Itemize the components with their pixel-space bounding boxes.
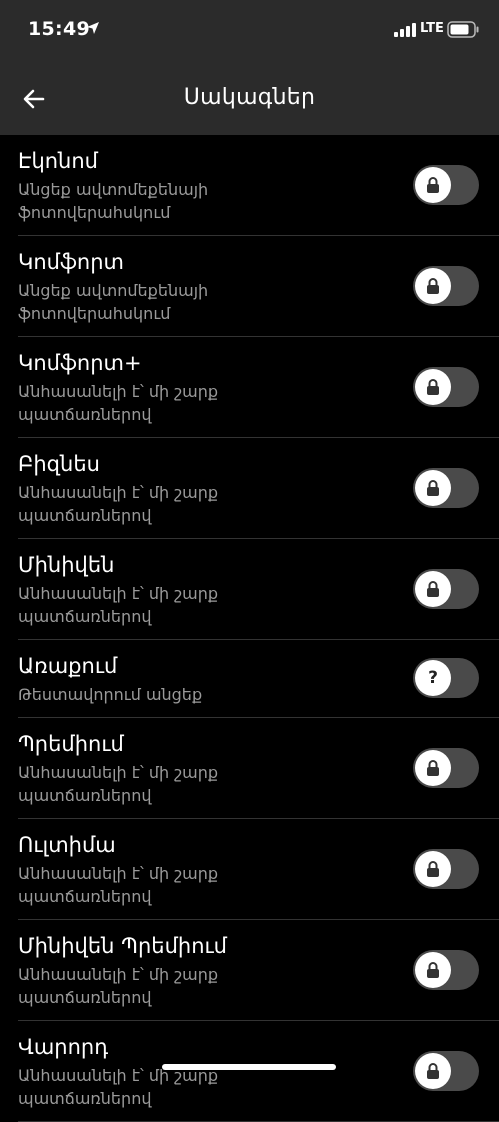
tariff-description: Անցեք ավտոմեքենայի ֆոտովերահսկում	[18, 281, 209, 323]
tariff-toggle[interactable]	[413, 748, 479, 788]
tariff-description: Անհասանելի է՝ մի շարք պատճառներով	[18, 965, 219, 1007]
tariff-item: Էկոնոմ Անցեք ավտոմեքենայի ֆոտովերահսկում	[18, 135, 499, 236]
tariff-item: Մինիվեն Անհասանելի է՝ մի շարք պատճառներո…	[18, 539, 499, 640]
battery-icon	[447, 21, 479, 38]
tariff-name: Մինիվեն Պրեմիում	[18, 934, 227, 958]
status-time: 15:49	[28, 18, 90, 40]
tariff-toggle[interactable]: ?	[413, 658, 479, 698]
tariff-name: Պրեմիում	[18, 732, 124, 756]
tariff-description: Անհասանելի է՝ մի շարք պատճառներով	[18, 584, 219, 626]
tariff-description: Անհասանելի է՝ մի շարք պատճառներով	[18, 483, 219, 525]
tariff-item: Կոմֆորտ+ Անհասանելի է՝ մի շարք պատճառներ…	[18, 337, 499, 438]
toggle-knob	[415, 851, 451, 887]
network-type: LTE	[420, 21, 444, 36]
tariff-description: Անհասանելի է՝ մի շարք պատճառներով	[18, 382, 219, 424]
tariff-list: Էկոնոմ Անցեք ավտոմեքենայի ֆոտովերահսկում…	[0, 135, 499, 1122]
tariff-item: Ուլտիմա Անհասանելի է՝ մի շարք պատճառներո…	[18, 819, 499, 920]
tariff-name: Էկոնոմ	[18, 149, 98, 173]
status-bar: 15:49 LTE	[0, 0, 499, 60]
tariff-description: Անհասանելի է՝ մի շարք պատճառներով	[18, 763, 219, 805]
toggle-knob: ?	[415, 660, 451, 696]
tariff-description: Անհասանելի է՝ մի շարք պատճառներով	[18, 1066, 219, 1108]
tariff-item: Պրեմիում Անհասանելի է՝ մի շարք պատճառներ…	[18, 718, 499, 819]
tariff-name: Կոմֆորտ	[18, 250, 124, 274]
lock-icon	[427, 962, 439, 978]
toggle-knob	[415, 1053, 451, 1089]
tariff-name: Վարորդ	[18, 1035, 109, 1059]
toggle-knob	[415, 952, 451, 988]
page-title: Սակագներ	[183, 85, 316, 110]
tariff-description: Անհասանելի է՝ մի շարք պատճառներով	[18, 864, 219, 906]
tariff-item: Առաքում Թեստավորում անցեք ?	[18, 640, 499, 718]
lock-icon	[427, 278, 439, 294]
cellular-signal-icon	[394, 23, 416, 37]
tariff-toggle[interactable]	[413, 165, 479, 205]
tariff-name: Ուլտիմա	[18, 833, 116, 857]
tariff-item: Կոմֆորտ Անցեք ավտոմեքենայի ֆոտովերահսկու…	[18, 236, 499, 337]
tariff-toggle[interactable]	[413, 569, 479, 609]
tariff-item: Մինիվեն Պրեմիում Անհասանելի է՝ մի շարք պ…	[18, 920, 499, 1021]
toggle-knob	[415, 369, 451, 405]
tariff-item: Բիզնես Անհասանելի է՝ մի շարք պատճառներով	[18, 438, 499, 539]
toggle-knob	[415, 750, 451, 786]
toggle-knob	[415, 268, 451, 304]
tariff-toggle[interactable]	[413, 468, 479, 508]
toggle-knob	[415, 167, 451, 203]
lock-icon	[427, 480, 439, 496]
app-header: Սակագներ	[0, 60, 499, 135]
tariff-toggle[interactable]	[413, 950, 479, 990]
tariff-name: Բիզնես	[18, 452, 100, 476]
lock-icon	[427, 581, 439, 597]
lock-icon	[427, 861, 439, 877]
tariff-name: Կոմֆորտ+	[18, 351, 142, 375]
toggle-knob	[415, 470, 451, 506]
home-indicator[interactable]	[162, 1064, 336, 1070]
lock-icon	[427, 760, 439, 776]
tariff-item: Վարորդ Անհասանելի է՝ մի շարք պատճառներով	[18, 1021, 499, 1122]
tariff-name: Առաքում	[18, 654, 118, 678]
tariff-description: Անցեք ավտոմեքենայի ֆոտովերահսկում	[18, 180, 209, 222]
toggle-knob	[415, 571, 451, 607]
lock-icon	[427, 379, 439, 395]
tariff-description: Թեստավորում անցեք	[18, 685, 203, 704]
lock-icon	[427, 1063, 439, 1079]
tariff-toggle[interactable]	[413, 849, 479, 889]
tariff-toggle[interactable]	[413, 266, 479, 306]
tariff-name: Մինիվեն	[18, 553, 115, 577]
question-icon: ?	[428, 667, 438, 688]
location-arrow-icon	[87, 22, 99, 34]
tariff-toggle[interactable]	[413, 1051, 479, 1091]
lock-icon	[427, 177, 439, 193]
tariff-toggle[interactable]	[413, 367, 479, 407]
